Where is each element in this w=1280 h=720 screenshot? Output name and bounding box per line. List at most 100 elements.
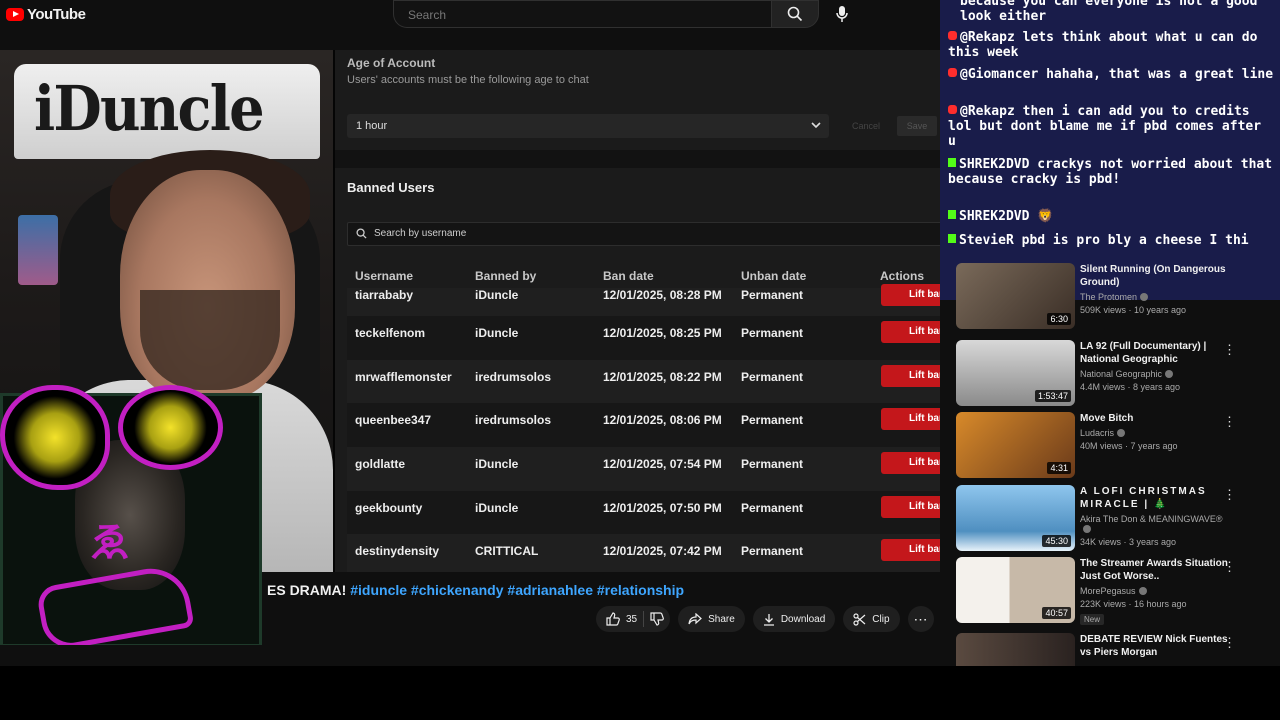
banned-users-table: tiarrababy iDuncle 12/01/2025, 08:28 PM …	[347, 284, 940, 572]
recommended-video[interactable]: 4:31 Move Bitch Ludacris 40M views · 7 y…	[956, 412, 1246, 480]
cancel-button[interactable]: Cancel	[843, 116, 889, 136]
more-actions-button[interactable]: ⋯	[907, 606, 934, 632]
neon-eye-right	[118, 385, 223, 470]
video-title[interactable]: The Streamer Awards Situation Just Got W…	[1080, 557, 1230, 583]
video-duration: 4:31	[1047, 462, 1071, 474]
age-select[interactable]: 1 hour	[347, 114, 829, 138]
channel-name[interactable]: National Geographic	[1080, 369, 1162, 379]
verified-icon	[1138, 587, 1147, 595]
more-options-icon[interactable]: ⋮	[1223, 487, 1236, 503]
column-banned-by: Banned by	[475, 269, 537, 283]
like-dislike-group: 35	[596, 606, 671, 632]
video-thumbnail[interactable]: 6:30	[956, 263, 1075, 329]
search-button[interactable]	[771, 0, 819, 28]
chat-username: SHREK2DVD	[959, 209, 1030, 224]
video-meta: LA 92 (Full Documentary) | National Geog…	[1080, 340, 1230, 392]
recommendations-list: 6:30 Silent Running (On Dangerous Ground…	[950, 260, 1250, 670]
save-button[interactable]: Save	[897, 116, 937, 136]
cell-username: geekbounty	[355, 500, 423, 515]
chat-message-text: because you can everyone is not a good l…	[960, 0, 1258, 24]
youtube-play-icon	[6, 8, 24, 21]
video-thumbnail[interactable]: 40:57	[956, 557, 1075, 623]
cell-ban-date: 12/01/2025, 08:28 PM	[603, 288, 722, 302]
cell-ban-date: 12/01/2025, 07:50 PM	[603, 500, 722, 515]
sign-text: iDuncle	[34, 72, 265, 145]
neon-eye-left	[0, 385, 110, 490]
lift-ban-button[interactable]: Lift ban	[881, 539, 940, 562]
video-title-hashtags[interactable]: #iduncle #chickenandy #adrianahlee #rela…	[350, 582, 684, 598]
video-thumbnail[interactable]: 4:31	[956, 412, 1075, 478]
cell-ban-date: 12/01/2025, 07:42 PM	[603, 544, 722, 559]
cell-ban-date: 12/01/2025, 08:25 PM	[603, 326, 722, 340]
recommended-video[interactable]: 45:30 A LOFI CHRISTMAS MIRACLE | 🎄 Akira…	[956, 485, 1246, 553]
share-button[interactable]: Share	[678, 606, 745, 632]
channel-name[interactable]: Akira The Don & MEANINGWAVE®	[1080, 514, 1223, 524]
voice-search-button[interactable]	[830, 2, 854, 26]
like-divider	[643, 611, 645, 627]
channel-name[interactable]: MorePegasus	[1080, 586, 1136, 596]
recommended-video[interactable]: 6:30 Silent Running (On Dangerous Ground…	[956, 263, 1246, 331]
channel-name[interactable]: The Protomen	[1080, 292, 1137, 302]
chat-username: @Giomancer	[960, 67, 1039, 82]
download-button[interactable]: Download	[752, 606, 836, 632]
video-title[interactable]: DEBATE REVIEW Nick Fuentes vs Piers Morg…	[1080, 633, 1230, 659]
video-actions: 35 Share Download Clip ⋯	[596, 606, 934, 632]
kick-badge-icon	[948, 210, 956, 219]
video-title[interactable]: Move Bitch	[1080, 412, 1230, 425]
video-thumbnail[interactable]: 1:53:47	[956, 340, 1075, 406]
search-icon	[787, 6, 803, 22]
video-thumbnail[interactable]: 45:30	[956, 485, 1075, 551]
lift-ban-button[interactable]: Lift ban	[881, 495, 940, 518]
recommended-video[interactable]: 40:57 The Streamer Awards Situation Just…	[956, 557, 1246, 625]
vtuber-overlay: ゑ	[0, 385, 264, 653]
download-label: Download	[780, 613, 826, 625]
column-unban-date: Unban date	[741, 269, 807, 283]
logo-text: YouTube	[27, 6, 86, 23]
search-icon	[356, 228, 367, 239]
banned-search-box[interactable]	[347, 222, 940, 246]
lift-ban-button[interactable]: Lift ban	[881, 452, 940, 475]
video-title[interactable]: LA 92 (Full Documentary) | National Geog…	[1080, 340, 1230, 366]
cell-banned-by: CRITTICAL	[475, 544, 539, 559]
lift-ban-button[interactable]: Lift ban	[881, 408, 940, 431]
youtube-logo[interactable]: YouTube	[6, 6, 86, 23]
lift-ban-button[interactable]: Lift ban	[881, 364, 940, 387]
more-options-icon[interactable]: ⋮	[1223, 559, 1236, 575]
search-box[interactable]	[393, 0, 772, 28]
table-header: Username Banned by Ban date Unban date A…	[355, 269, 940, 285]
microphone-icon	[836, 6, 848, 22]
lift-ban-button[interactable]: Lift ban	[881, 321, 940, 343]
cell-ban-date: 12/01/2025, 08:06 PM	[603, 413, 722, 428]
video-duration: 45:30	[1042, 535, 1071, 547]
chat-message: @Giomancer hahaha, that was a great line	[948, 67, 1274, 82]
verified-icon	[1083, 525, 1091, 533]
more-options-icon[interactable]: ⋮	[1223, 414, 1236, 430]
youtube-badge-icon	[948, 68, 957, 77]
video-title[interactable]: A LOFI CHRISTMAS MIRACLE | 🎄	[1080, 485, 1230, 511]
recommended-video[interactable]: DEBATE REVIEW Nick Fuentes vs Piers Morg…	[956, 633, 1246, 669]
video-title[interactable]: Silent Running (On Dangerous Ground)	[1080, 263, 1230, 289]
recommended-video[interactable]: 1:53:47 LA 92 (Full Documentary) | Natio…	[956, 340, 1246, 408]
more-options-icon[interactable]: ⋮	[1223, 342, 1236, 358]
streamer-beard	[140, 290, 280, 390]
cell-unban-date: Permanent	[741, 500, 804, 515]
banned-search-input[interactable]	[372, 227, 916, 240]
channel-name[interactable]: Ludacris	[1080, 428, 1114, 438]
clip-button[interactable]: Clip	[843, 606, 900, 632]
chat-message: @Rekapz then i can add you to credits lo…	[948, 104, 1274, 149]
chat-message: because you can everyone is not a good l…	[960, 0, 1280, 24]
table-row: tiarrababy iDuncle 12/01/2025, 08:28 PM …	[347, 284, 940, 316]
video-thumbnail[interactable]	[956, 633, 1075, 669]
video-title: ES DRAMA! #iduncle #chickenandy #adriana…	[267, 582, 684, 598]
search-input[interactable]	[406, 7, 750, 23]
more-options-icon[interactable]: ⋮	[1223, 635, 1236, 651]
lift-ban-button[interactable]: Lift ban	[881, 284, 940, 306]
thumbs-up-icon[interactable]	[606, 612, 620, 626]
cell-banned-by: iredrumsolos	[475, 413, 552, 428]
cell-unban-date: Permanent	[741, 544, 804, 559]
video-stats: 223K views · 16 hours ago	[1080, 599, 1187, 609]
thumbs-down-icon[interactable]	[650, 612, 665, 626]
video-stats: 509K views · 10 years ago	[1080, 305, 1187, 315]
verified-icon	[1165, 370, 1174, 378]
cell-ban-date: 12/01/2025, 08:22 PM	[603, 369, 722, 384]
